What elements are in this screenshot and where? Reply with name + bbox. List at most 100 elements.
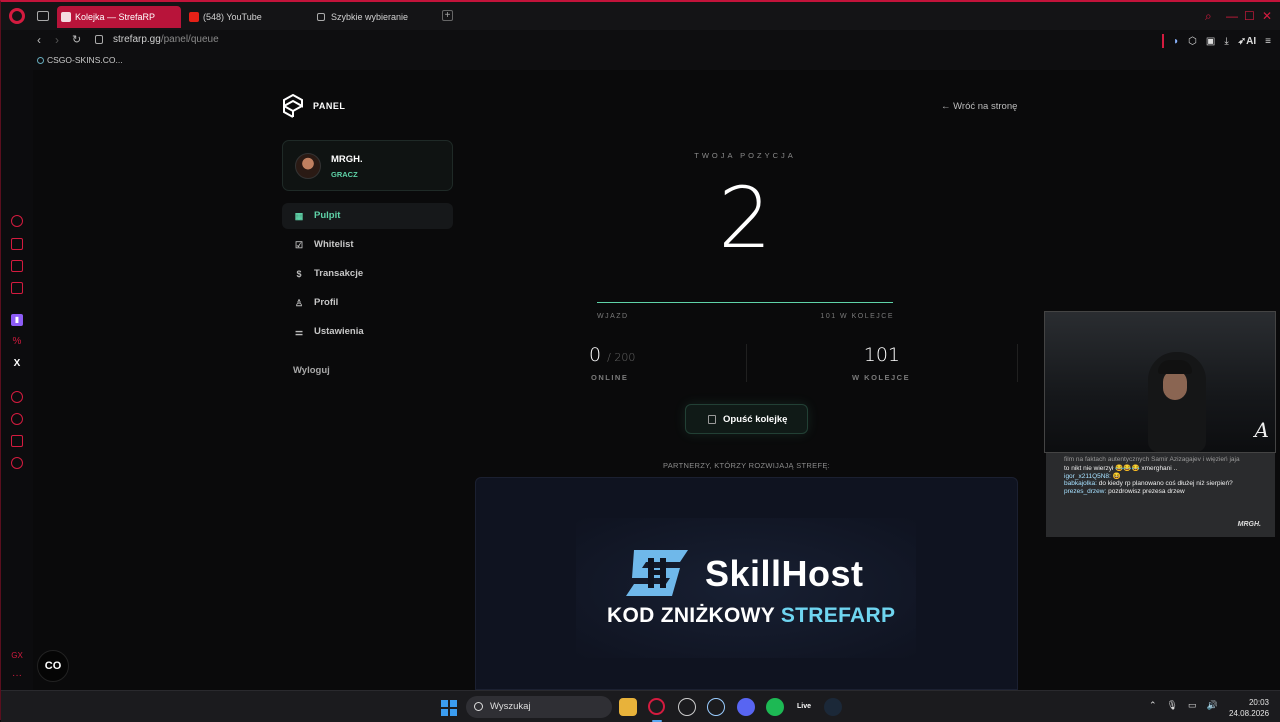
tab-label: (548) YouTube [203,12,262,22]
lock-icon [95,35,103,44]
chat-text: film na faktach autentycznych Samir Aziz… [1064,456,1240,463]
webcam-overlay: A [1044,311,1276,453]
snapshot-icon[interactable]: ▣ [1206,36,1215,47]
position-label: TWOJA POZYCJA [694,151,796,160]
minimize-icon[interactable]: — [1226,10,1238,22]
leave-queue-button[interactable]: Opuść kolejkę [685,404,808,434]
menu-item-whitelist[interactable]: ☑ Whitelist [282,232,453,258]
tab-bar: Kolejka — StrefaRP (548) YouTube Szybkie… [1,2,1280,30]
cc-button[interactable]: CO [37,650,69,682]
chevron-up-icon[interactable]: ⌃ [1149,700,1157,711]
user-icon: ♙ [294,298,304,308]
microphone-icon[interactable]: 🎙 [1167,700,1178,711]
settings-icon[interactable] [11,457,23,469]
aria-icon[interactable] [11,215,23,227]
live-app-icon[interactable]: Live [795,698,813,716]
chat-text: do kiedy rp planowano coś dłużej niż sie… [1098,480,1233,487]
streamer-face [1163,370,1187,400]
messenger-icon[interactable] [11,260,23,272]
exit-icon [708,415,716,424]
windows-start-icon[interactable] [441,700,457,716]
shopping-icon[interactable] [11,238,23,250]
progress-end-label: 101 W KOLEJCE [820,313,894,320]
spotify-icon[interactable] [766,698,784,716]
back-to-site-link[interactable]: ← Wróć na stronę [941,101,1017,112]
tab-kolejka[interactable]: Kolejka — StrefaRP [57,6,181,28]
extensions-icon[interactable]: ⬡ [1188,36,1197,47]
ai-label: AI [1246,35,1257,47]
windows-taskbar: Wyszukaj Live ⌃ 🎙 ▭ 🔊 20:03 24.08.2026 [1,690,1280,722]
menu-item-label: Whitelist [314,239,354,250]
queue-progress-bar [597,302,893,303]
stream-badge: MRGH. [1237,521,1261,528]
url-path: /panel/queue [160,34,219,45]
stat-divider [1017,344,1018,382]
user-name: MRGH. [331,154,363,165]
url-field[interactable]: strefarp.gg/panel/queue [113,34,219,45]
back-icon[interactable]: ‹ [37,33,41,47]
gx-icon[interactable]: GX [11,650,23,662]
forward-icon[interactable]: › [55,33,59,47]
partners-label: PARTNERZY, KTÓRZY ROZWIJAJĄ STREFĘ: [662,461,831,470]
tab-label: Szybkie wybieranie [331,12,409,22]
taskbar-search[interactable]: Wyszukaj [466,696,612,718]
mail-icon[interactable] [11,282,23,294]
search-tabs-icon[interactable]: ⌕ [1205,10,1212,22]
stream-chat-overlay: film na faktach autentycznych Samir Aziz… [1046,453,1275,537]
opera-sidebar: ▮ % X GX ··· [1,70,33,690]
online-value: 0 [589,344,602,366]
avatar [295,153,321,179]
partner-banner[interactable]: SkillHost KOD ZNIŻKOWY STREFARP [475,477,1018,690]
tab-youtube[interactable]: (548) YouTube [185,6,309,28]
chat-message: to nikt nie wierzył 😂😂😂 xmerghani .. [1064,464,1177,472]
strefarp-logo-icon[interactable] [282,94,304,118]
menu-item-profil[interactable]: ♙ Profil [282,290,453,316]
chatgpt-icon[interactable] [678,698,696,716]
twitch-icon[interactable]: ▮ [11,314,23,326]
online-max: / 200 [607,351,636,364]
search-icon [474,702,483,711]
maximize-icon[interactable]: ☐ [1244,10,1255,22]
chat-message: prezes_drzew: pozdrowisz prezesa drzew [1064,488,1185,495]
menu-item-pulpit[interactable]: ▦ Pulpit [282,203,453,229]
extensions-sidebar-icon[interactable] [11,435,23,447]
queue-count: 101 [863,344,900,366]
percent-icon[interactable]: % [11,336,23,348]
dashboard-icon: ▦ [294,211,304,221]
x-icon[interactable]: X [11,358,23,370]
close-icon[interactable]: ✕ [1262,10,1272,22]
discord-icon[interactable] [737,698,755,716]
support-icon[interactable] [707,698,725,716]
menu-item-transakcje[interactable]: $ Transakcje [282,261,453,287]
player-icon[interactable] [11,391,23,403]
volume-icon[interactable]: 🔊 [1207,700,1218,711]
code-prefix: KOD ZNIŻKOWY [607,604,775,627]
ai-button[interactable]: ➶AI [1238,36,1256,47]
audio-icon[interactable]: ◗ [1173,36,1179,47]
menu-item-ustawienia[interactable]: ⚌ Ustawienia [282,319,453,345]
chat-message: film na faktach autentycznych Samir Aziz… [1064,456,1240,463]
menu-item-label: Profil [314,297,339,308]
chat-text: pozdrowisz prezesa drzew [1108,488,1185,495]
history-icon[interactable] [11,413,23,425]
menu-icon[interactable]: ≡ [1265,36,1271,47]
chat-text: 😆 [1112,473,1121,480]
steam-icon[interactable] [824,698,842,716]
download-icon[interactable]: ⤓ [1224,36,1228,47]
new-tab-button[interactable]: + [442,10,453,21]
logout-link[interactable]: Wyloguj [293,365,330,376]
stat-divider [746,344,747,382]
opera-gx-icon[interactable] [648,698,665,715]
bookmark-item[interactable]: CSGO-SKINS.CO... [37,55,123,65]
search-placeholder: Wyszukaj [490,701,531,712]
panel-title: PANEL [313,101,346,111]
more-icon[interactable]: ··· [11,670,23,682]
tab-speed-dial[interactable]: Szybkie wybieranie [313,6,437,28]
checkbox-icon: ☑ [294,240,304,250]
reload-icon[interactable]: ↻ [72,33,81,46]
tab-menu-icon[interactable] [37,11,49,21]
file-explorer-icon[interactable] [619,698,637,716]
system-clock[interactable]: 20:03 24.08.2026 [1229,697,1269,719]
display-icon[interactable]: ▭ [1188,700,1197,711]
opera-logo-icon[interactable] [9,8,25,24]
